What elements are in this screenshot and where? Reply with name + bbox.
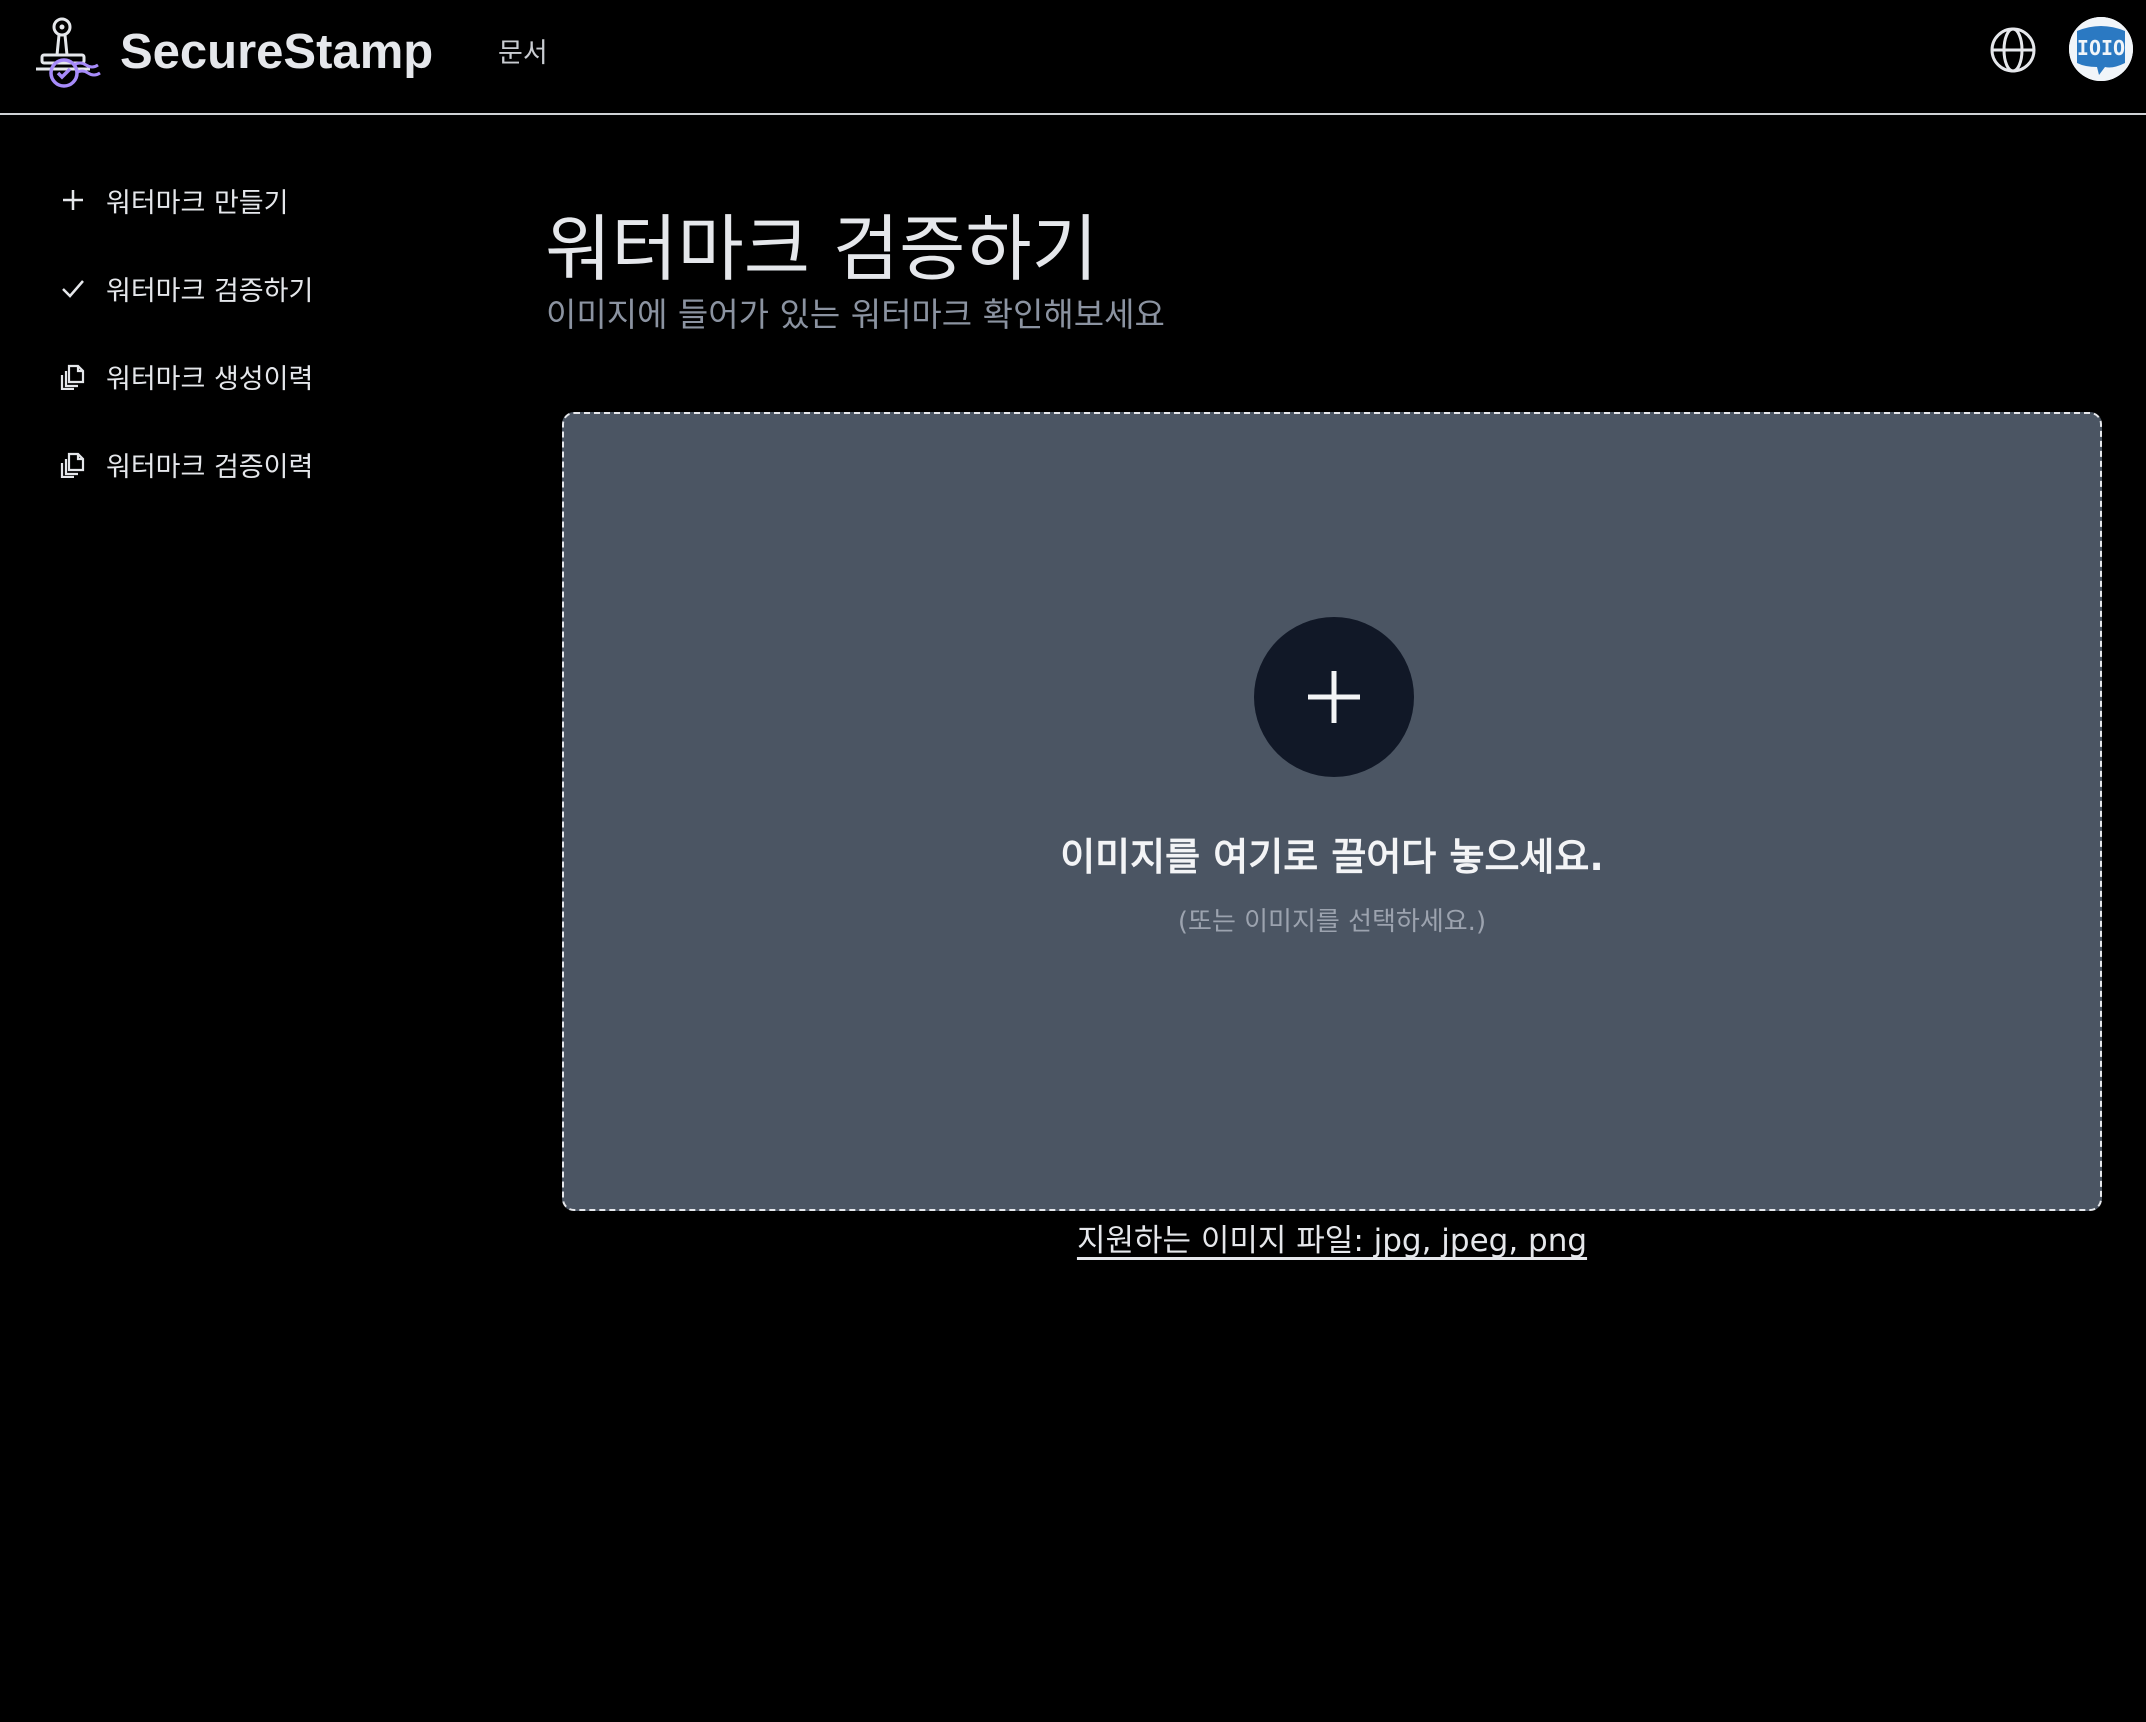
upload-button[interactable]: [1254, 617, 1414, 777]
sidebar-item-verify-history[interactable]: 워터마크 검증이력: [58, 442, 313, 486]
dropzone-subtitle: (또는 이미지를 선택하세요.): [1177, 907, 1487, 937]
copy-icon: [58, 361, 88, 391]
sidebar-item-create[interactable]: 워터마크 만들기: [58, 178, 288, 222]
avatar-image-icon: IOIO: [2069, 17, 2133, 81]
brand-name: SecureStamp: [120, 25, 434, 79]
sidebar-item-label: 워터마크 검증이력: [106, 451, 314, 483]
copy-icon: [58, 449, 88, 479]
page-subtitle: 이미지에 들어가 있는 워터마크 확인해보세요: [546, 295, 1165, 334]
globe-icon[interactable]: [1988, 25, 2038, 75]
sidebar-item-label: 워터마크 검증하기: [106, 275, 314, 307]
sidebar-item-verify[interactable]: 워터마크 검증하기: [58, 266, 313, 310]
top-header: SecureStamp 문서 IOIO: [0, 0, 2146, 115]
brand-link[interactable]: SecureStamp: [32, 14, 433, 90]
plus-icon: [58, 185, 88, 215]
avatar-text: IOIO: [2077, 36, 2125, 60]
dropzone-title: 이미지를 여기로 끌어다 놓으세요.: [1060, 835, 1604, 879]
sidebar-item-create-history[interactable]: 워터마크 생성이력: [58, 354, 313, 398]
page-title: 워터마크 검증하기: [545, 207, 1098, 291]
check-icon: [58, 273, 88, 303]
stamp-logo-icon: [36, 17, 101, 88]
sidebar-item-label: 워터마크 만들기: [106, 187, 289, 219]
user-avatar[interactable]: IOIO: [2069, 17, 2133, 81]
image-dropzone[interactable]: 이미지를 여기로 끌어다 놓으세요. (또는 이미지를 선택하세요.): [562, 412, 2102, 1211]
supported-formats-note: 지원하는 이미지 파일: jpg, jpeg, png: [1076, 1223, 1588, 1259]
plus-icon: [1308, 671, 1360, 723]
nav-docs-link[interactable]: 문서: [498, 31, 548, 70]
sidebar-item-label: 워터마크 생성이력: [106, 363, 314, 395]
